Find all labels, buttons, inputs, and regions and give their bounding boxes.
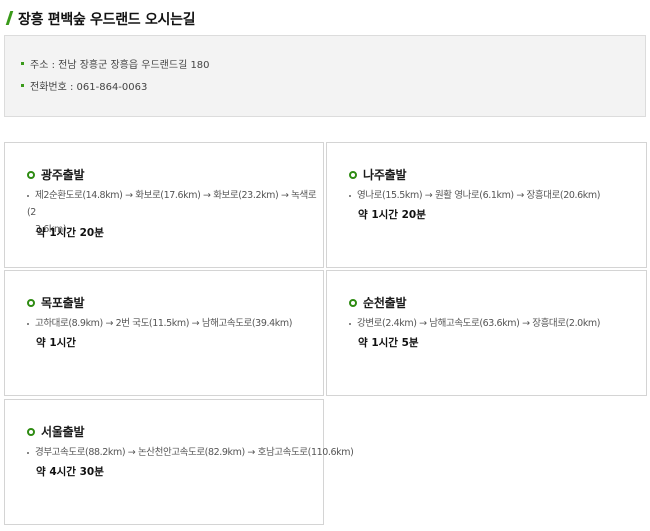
travel-time: 약 1시간 bbox=[36, 337, 76, 349]
bullet-dot-icon bbox=[27, 451, 29, 454]
travel-time: 약 4시간 30분 bbox=[36, 466, 104, 478]
route-card-naju: 나주출발 영나로(15.5km) → 원활 영나로(6.1km) → 장흥대로(… bbox=[326, 142, 647, 268]
ring-bullet-icon bbox=[349, 298, 357, 307]
route-card-header: 광주출발 bbox=[27, 166, 85, 183]
route-card-header: 목포출발 bbox=[27, 294, 85, 311]
phone-text: 전화번호 : 061-864-0063 bbox=[30, 82, 148, 93]
ring-bullet-icon bbox=[27, 298, 35, 307]
bullet-square-icon bbox=[21, 62, 24, 65]
route-card-title: 순천출발 bbox=[363, 296, 407, 310]
route-card-suncheon: 순천출발 강변로(2.4km) → 남해고속도로(63.6km) → 장흥대로(… bbox=[326, 270, 647, 396]
ring-bullet-icon bbox=[27, 170, 35, 179]
page-title: 장흥 편백숲 우드랜드 오시는길 bbox=[18, 12, 196, 28]
route-text-line1: 경부고속도로(88.2km) → 논산천안고속도로(82.9km) → 호남고속… bbox=[35, 447, 354, 458]
route-text-line1: 제2순환도로(14.8km) → 화보로(17.6km) → 화보로(23.2k… bbox=[27, 190, 317, 218]
bullet-dot-icon bbox=[27, 194, 29, 197]
title-slash-icon bbox=[4, 9, 14, 29]
route-description: 강변로(2.4km) → 남해고속도로(63.6km) → 장흥대로(2.0km… bbox=[349, 315, 600, 332]
route-card-title: 목포출발 bbox=[41, 296, 85, 310]
address-text: 주소 : 전남 장흥군 장흥읍 우드랜드길 180 bbox=[30, 60, 210, 71]
route-description: 영나로(15.5km) → 원활 영나로(6.1km) → 장흥대로(20.6k… bbox=[349, 187, 600, 204]
bullet-square-icon bbox=[21, 84, 24, 87]
route-card-header: 서울출발 bbox=[27, 423, 85, 440]
route-card-title: 나주출발 bbox=[363, 168, 407, 182]
route-card-gwangju: 광주출발 제2순환도로(14.8km) → 화보로(17.6km) → 화보로(… bbox=[4, 142, 324, 268]
route-card-title: 서울출발 bbox=[41, 425, 85, 439]
bullet-dot-icon bbox=[349, 322, 351, 325]
address-row: 주소 : 전남 장흥군 장흥읍 우드랜드길 180 bbox=[21, 56, 210, 71]
contact-info-box: 주소 : 전남 장흥군 장흥읍 우드랜드길 180 전화번호 : 061-864… bbox=[4, 35, 646, 117]
route-card-seoul: 서울출발 경부고속도로(88.2km) → 논산천안고속도로(82.9km) →… bbox=[4, 399, 354, 525]
route-text-line1: 고하대로(8.9km) → 2번 국도(11.5km) → 남해고속도로(39.… bbox=[35, 318, 293, 329]
phone-row: 전화번호 : 061-864-0063 bbox=[21, 78, 147, 93]
ring-bullet-icon bbox=[349, 170, 357, 179]
route-card-mokpo: 목포출발 고하대로(8.9km) → 2번 국도(11.5km) → 남해고속도… bbox=[4, 270, 324, 396]
travel-time: 약 1시간 20분 bbox=[36, 227, 104, 239]
route-text-line1: 강변로(2.4km) → 남해고속도로(63.6km) → 장흥대로(2.0km… bbox=[357, 318, 601, 329]
route-description: 경부고속도로(88.2km) → 논산천안고속도로(82.9km) → 호남고속… bbox=[27, 444, 354, 461]
route-card-title: 광주출발 bbox=[41, 168, 85, 182]
ring-bullet-icon bbox=[27, 427, 35, 436]
page-header: 장흥 편백숲 우드랜드 오시는길 bbox=[4, 8, 196, 30]
travel-time: 약 1시간 20분 bbox=[358, 209, 426, 221]
bullet-dot-icon bbox=[349, 194, 351, 197]
bullet-dot-icon bbox=[27, 322, 29, 325]
route-text-line1: 영나로(15.5km) → 원활 영나로(6.1km) → 장흥대로(20.6k… bbox=[357, 190, 601, 201]
route-card-header: 순천출발 bbox=[349, 294, 407, 311]
travel-time: 약 1시간 5분 bbox=[358, 337, 419, 349]
route-card-header: 나주출발 bbox=[349, 166, 407, 183]
route-description: 고하대로(8.9km) → 2번 국도(11.5km) → 남해고속도로(39.… bbox=[27, 315, 292, 332]
